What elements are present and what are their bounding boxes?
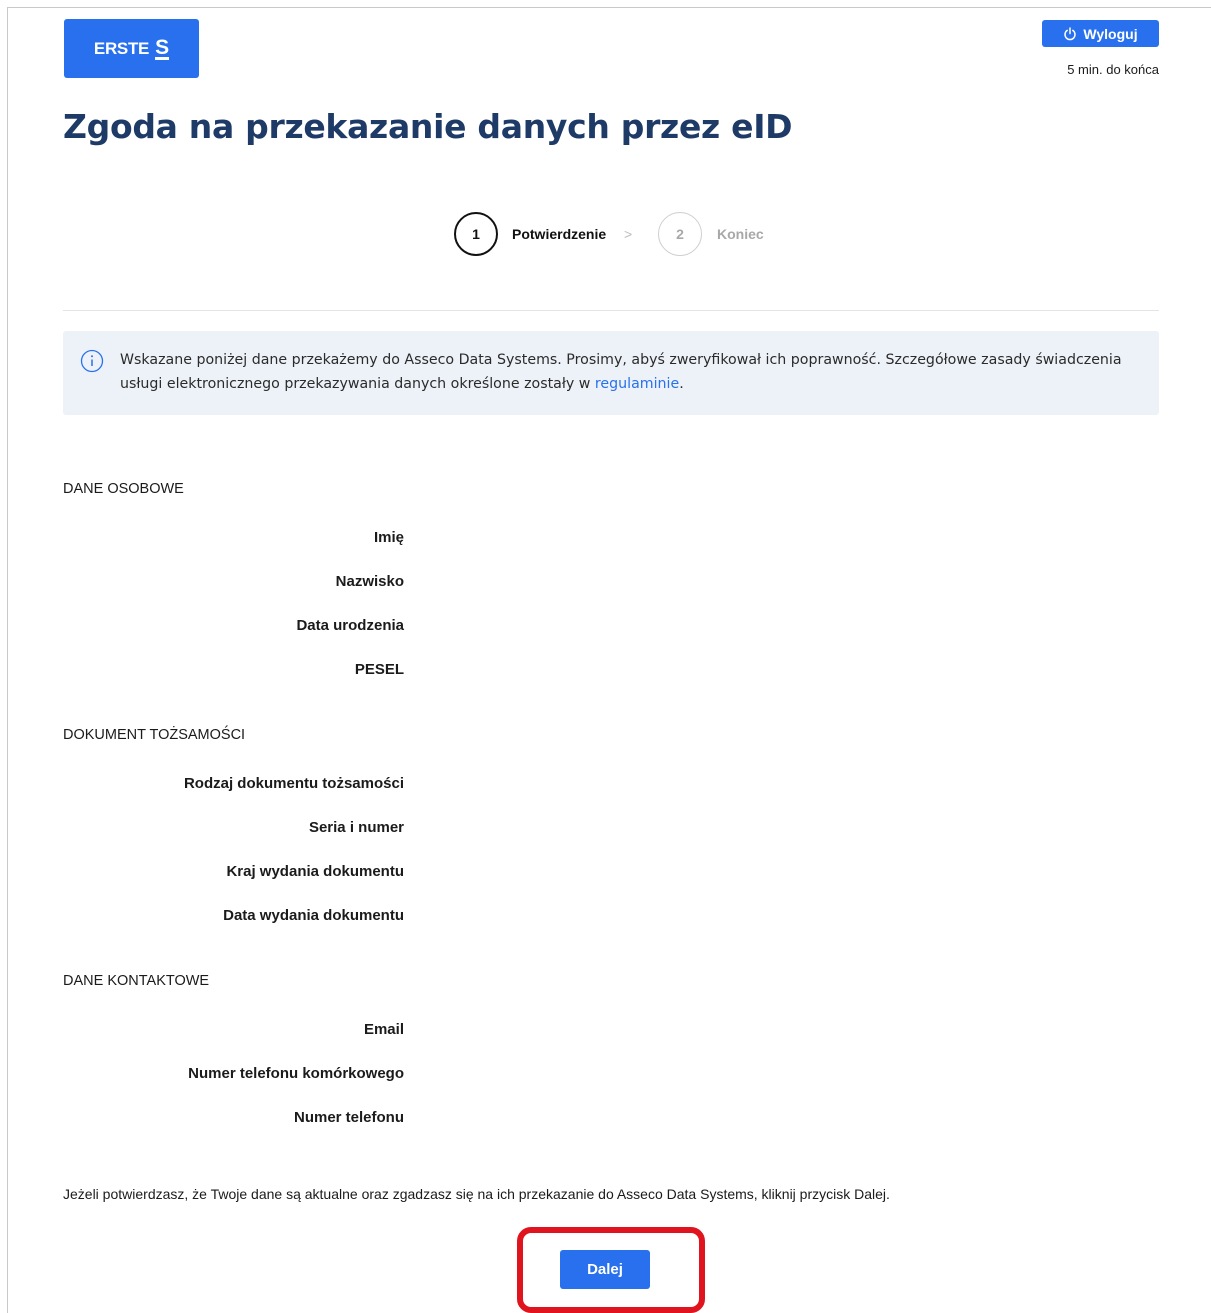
- section-title-personal: DANE OSOBOWE: [63, 481, 184, 497]
- field-label-first-name: Imię: [373, 529, 404, 546]
- page-frame: [7, 7, 1211, 1313]
- info-suffix: .: [679, 376, 684, 392]
- step-2-circle: 2: [658, 212, 702, 256]
- erste-logo[interactable]: ERSTE S: [64, 19, 199, 78]
- logout-button[interactable]: Wyloguj: [1042, 20, 1159, 47]
- field-label-last-name: Nazwisko: [335, 573, 404, 590]
- session-timer: 5 min. do końca: [1067, 62, 1159, 77]
- sparkasse-s-icon: S: [155, 35, 169, 60]
- step-1-label: Potwierdzenie: [512, 226, 607, 242]
- step-separator-chevron-icon: >: [624, 226, 633, 242]
- info-text: Wskazane poniżej dane przekażemy do Asse…: [120, 348, 1140, 396]
- step-2-label: Koniec: [717, 226, 764, 242]
- field-label-birth-date: Data urodzenia: [296, 617, 404, 634]
- stepper: 1 Potwierdzenie > 2 Koniec: [454, 212, 814, 258]
- field-label-mobile-phone: Numer telefonu komórkowego: [188, 1065, 404, 1082]
- terms-link[interactable]: regulaminie: [595, 376, 679, 392]
- step-1-circle: 1: [454, 212, 498, 256]
- logout-label: Wyloguj: [1083, 25, 1138, 42]
- field-label-pesel: PESEL: [354, 661, 404, 678]
- field-label-email: Email: [363, 1021, 404, 1038]
- section-title-identity-document: DOKUMENT TOŻSAMOŚCI: [63, 727, 246, 743]
- page-title: Zgoda na przekazanie danych przez eID: [63, 107, 793, 146]
- field-label-issuing-country: Kraj wydania dokumentu: [226, 863, 404, 880]
- info-icon: [80, 349, 104, 373]
- power-icon: [1064, 26, 1077, 40]
- confirm-text: Jeżeli potwierdzasz, że Twoje dane są ak…: [63, 1186, 890, 1202]
- logo-text: ERSTE: [93, 38, 150, 58]
- field-label-issue-date: Data wydania dokumentu: [223, 907, 404, 924]
- section-title-contact: DANE KONTAKTOWE: [63, 973, 210, 989]
- divider: [63, 310, 1159, 311]
- field-label-series-number: Seria i numer: [308, 819, 404, 836]
- field-label-phone: Numer telefonu: [293, 1109, 404, 1126]
- info-box: Wskazane poniżej dane przekażemy do Asse…: [63, 331, 1159, 415]
- field-label-document-type: Rodzaj dokumentu tożsamości: [183, 775, 404, 792]
- next-button[interactable]: Dalej: [560, 1250, 650, 1289]
